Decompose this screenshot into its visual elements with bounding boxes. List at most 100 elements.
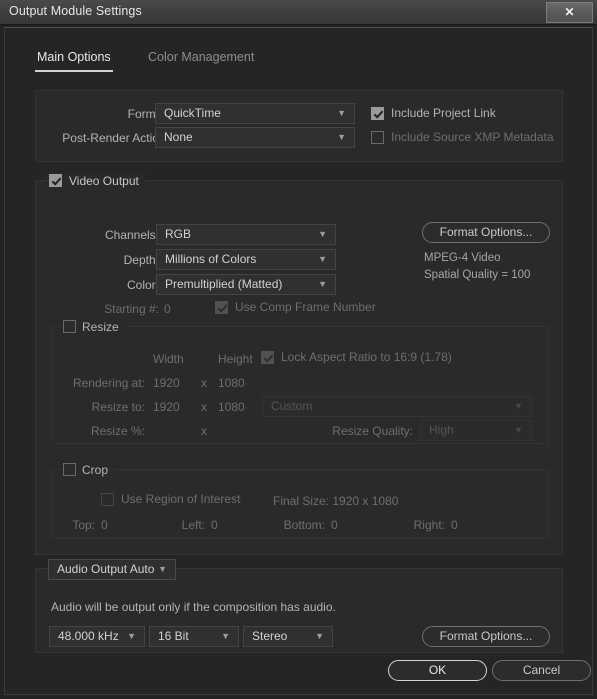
chevron-down-icon: ▼ [514,401,523,411]
use-comp-frame-number-checkbox[interactable] [215,300,228,314]
chevron-down-icon: ▼ [318,279,327,289]
tab-main-options[interactable]: Main Options [35,50,113,72]
format-select[interactable]: QuickTime ▼ [155,103,355,124]
crop-top-label: Top: [72,518,95,532]
post-render-action-label: Post-Render Action: [62,131,169,145]
resize-width-value[interactable]: 1920 [153,400,180,414]
use-comp-frame-number-row[interactable]: Use Comp Frame Number [215,300,376,314]
post-render-action-select[interactable]: None ▼ [155,127,355,148]
channels-select[interactable]: RGB ▼ [156,224,336,245]
video-output-panel: Video Output Channels: RGB ▼ Depth: Mill… [35,173,563,555]
post-render-action-value: None [164,130,193,144]
audio-channels-value: Stereo [252,629,288,643]
chevron-down-icon: ▼ [127,631,136,641]
resize-quality-value: High [429,423,454,437]
chevron-down-icon: ▼ [315,631,324,641]
resize-height-header: Height [218,352,253,366]
resize-percent-x-separator: x [201,424,207,438]
use-comp-frame-number-label: Use Comp Frame Number [235,300,376,314]
crop-right-value[interactable]: 0 [451,518,458,532]
lock-aspect-ratio-label: Lock Aspect Ratio to 16:9 (1.78) [281,350,452,364]
include-project-link-row[interactable]: Include Project Link [371,106,496,120]
crop-group-row[interactable]: Crop [61,462,114,477]
depth-select-value: Millions of Colors [165,252,257,266]
resize-label: Resize [82,319,119,334]
audio-output-mode-value: Audio Output Auto [57,562,155,576]
crop-checkbox[interactable] [63,463,76,476]
video-output-label: Video Output [69,173,139,188]
codec-info-line-1: MPEG-4 Video [424,252,501,264]
include-xmp-metadata-row[interactable]: Include Source XMP Metadata [371,130,554,144]
rendering-height-value: 1080 [218,376,245,390]
video-format-options-button[interactable]: Format Options... [422,222,550,243]
dialog-body: Main Options Color Management Format: Qu… [4,27,593,695]
resize-preset-value: Custom [271,399,313,413]
crop-label: Crop [82,462,109,477]
chevron-down-icon: ▼ [337,108,346,118]
channels-select-value: RGB [165,227,192,241]
depth-select[interactable]: Millions of Colors ▼ [156,249,336,270]
chevron-down-icon: ▼ [221,631,230,641]
color-label: Color: [126,278,159,292]
include-project-link-checkbox[interactable] [371,106,384,120]
title-bar: Output Module Settings ✕ [0,0,597,25]
rendering-width-value: 1920 [153,376,180,390]
close-icon[interactable]: ✕ [546,2,593,23]
lock-aspect-ratio-checkbox[interactable] [261,350,274,364]
resize-width-header: Width [153,352,184,366]
use-region-of-interest-checkbox[interactable] [101,492,114,506]
resize-quality-select[interactable]: High ▼ [420,420,532,441]
resize-percent-label: Resize %: [90,424,145,438]
resize-preset-select[interactable]: Custom ▼ [262,396,532,417]
audio-sample-rate-value: 48.000 kHz [58,629,119,643]
format-panel: Format: QuickTime ▼ Post-Render Action: … [35,90,563,162]
crop-left-value[interactable]: 0 [211,518,218,532]
video-output-group-row[interactable]: Video Output [46,173,145,188]
include-xmp-metadata-label: Include Source XMP Metadata [391,130,554,144]
format-select-value: QuickTime [164,106,221,120]
audio-sample-rate-select[interactable]: 48.000 kHz ▼ [49,626,145,647]
audio-bit-depth-select[interactable]: 16 Bit ▼ [149,626,239,647]
audio-note: Audio will be output only if the composi… [51,600,336,614]
window-title: Output Module Settings [9,4,142,18]
resize-x-separator: x [201,400,207,414]
starting-number-value[interactable]: 0 [164,302,171,316]
resize-group-row[interactable]: Resize [61,319,124,334]
color-select-value: Premultiplied (Matted) [165,277,283,291]
color-select[interactable]: Premultiplied (Matted) ▼ [156,274,336,295]
final-size-label: Final Size: 1920 x 1080 [273,494,399,508]
crop-fieldset: Crop Use Region of Interest Final Size: … [52,462,549,539]
include-xmp-metadata-checkbox[interactable] [371,130,384,144]
audio-format-options-button[interactable]: Format Options... [422,626,550,647]
audio-channels-select[interactable]: Stereo ▼ [243,626,333,647]
crop-left-label: Left: [181,518,205,532]
chevron-down-icon: ▼ [318,229,327,239]
audio-output-mode-select[interactable]: Audio Output Auto ▼ [48,559,176,580]
cancel-button[interactable]: Cancel [492,660,591,681]
use-region-of-interest-row[interactable]: Use Region of Interest [101,492,240,506]
rendering-at-label: Rendering at: [72,376,145,390]
resize-quality-label: Resize Quality: [332,424,413,438]
crop-top-value[interactable]: 0 [101,518,108,532]
crop-bottom-value[interactable]: 0 [331,518,338,532]
chevron-down-icon: ▼ [514,425,523,435]
chevron-down-icon: ▼ [337,132,346,142]
audio-bit-depth-value: 16 Bit [158,629,189,643]
video-output-checkbox[interactable] [49,174,62,187]
tab-color-management[interactable]: Color Management [146,50,256,72]
use-region-of-interest-label: Use Region of Interest [121,492,241,506]
crop-bottom-label: Bottom: [283,518,325,532]
resize-to-label: Resize to: [91,400,145,414]
codec-info-line-2: Spatial Quality = 100 [424,269,531,281]
resize-height-value[interactable]: 1080 [218,400,245,414]
include-project-link-label: Include Project Link [391,106,496,120]
channels-label: Channels: [104,228,159,242]
ok-button[interactable]: OK [388,660,487,681]
resize-fieldset: Resize Width Height Lock Aspect Ratio to… [52,319,549,444]
chevron-down-icon: ▼ [158,564,167,574]
chevron-down-icon: ▼ [318,254,327,264]
resize-checkbox[interactable] [63,320,76,333]
output-module-settings-window: Output Module Settings ✕ Main Options Co… [0,0,597,699]
lock-aspect-ratio-row[interactable]: Lock Aspect Ratio to 16:9 (1.78) [261,350,452,364]
starting-number-label: Starting #: [104,302,159,316]
